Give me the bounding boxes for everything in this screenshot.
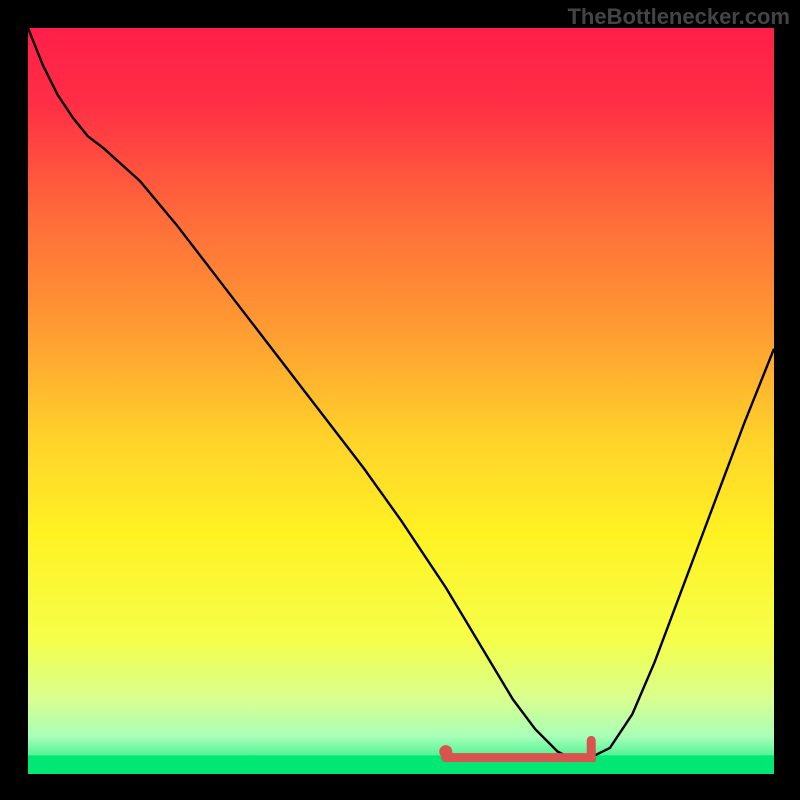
optimal-start-dot: [439, 745, 452, 758]
gradient-background: [28, 28, 774, 774]
chart-container: [28, 28, 774, 774]
green-baseline: [28, 755, 774, 774]
bottleneck-chart: [28, 28, 774, 774]
watermark-text: TheBottlenecker.com: [567, 4, 790, 30]
